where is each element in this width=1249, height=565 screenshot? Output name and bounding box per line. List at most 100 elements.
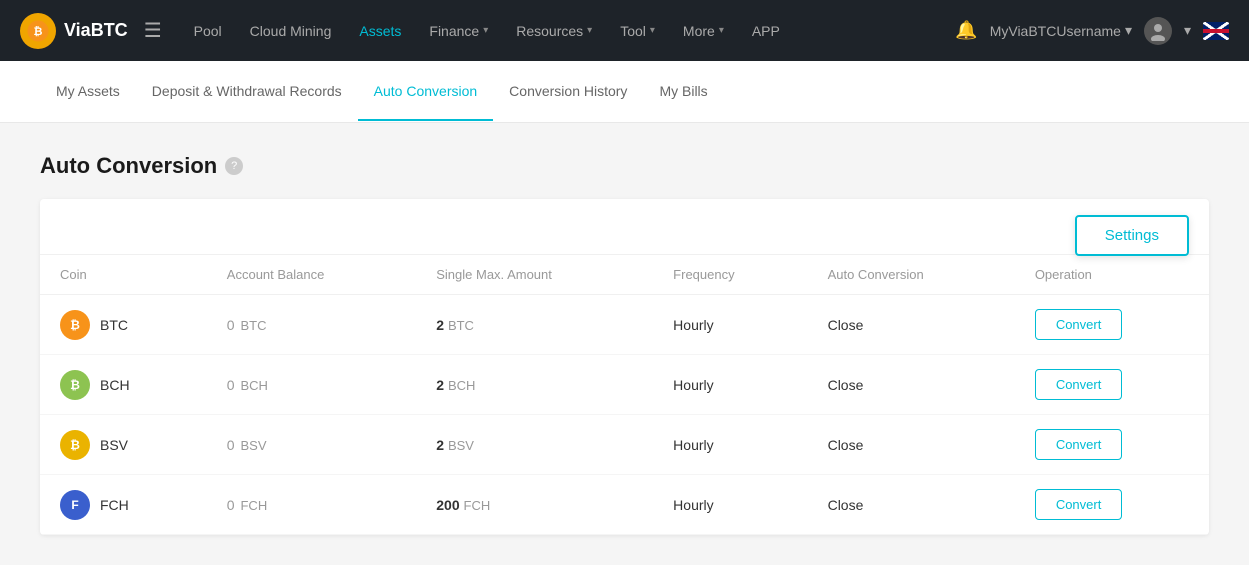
hamburger-icon[interactable]: ☰ — [144, 18, 162, 43]
balance-value: 0 — [227, 497, 235, 513]
nav-tool[interactable]: Tool ▾ — [608, 15, 667, 47]
page-title-row: Auto Conversion ? — [40, 153, 1209, 179]
max-amount-cell: 2 BCH — [416, 355, 653, 415]
finance-chevron-icon: ▾ — [483, 25, 488, 36]
username-display[interactable]: MyViaBTCUsername ▾ — [990, 22, 1132, 39]
convert-button-btc[interactable]: Convert — [1035, 309, 1123, 340]
nav-pool[interactable]: Pool — [182, 15, 234, 47]
balance-unit: BCH — [240, 378, 267, 393]
col-header-auto-conversion: Auto Conversion — [808, 255, 1015, 295]
max-amount-value: 200 — [436, 497, 459, 513]
coin-symbol: BCH — [100, 377, 130, 393]
operation-cell: Convert — [1015, 415, 1209, 475]
nav-assets[interactable]: Assets — [347, 15, 413, 47]
bell-icon[interactable]: 🔔 — [955, 20, 977, 41]
avatar-chevron-icon: ▾ — [1184, 22, 1191, 39]
nav-app[interactable]: APP — [740, 15, 792, 47]
username-chevron-icon: ▾ — [1125, 22, 1132, 39]
data-table: Coin Account Balance Single Max. Amount … — [40, 254, 1209, 535]
logo[interactable]: ₿ ViaBTC — [20, 13, 128, 49]
max-amount-cell: 2 BTC — [416, 295, 653, 355]
nav-links: Pool Cloud Mining Assets Finance ▾ Resou… — [182, 15, 956, 47]
auto-conversion-cell: Close — [808, 355, 1015, 415]
table-row: F FCH 0 FCH 200 FCH Hourly Close Convert — [40, 475, 1209, 535]
table-row: ₿ BCH 0 BCH 2 BCH Hourly Close Convert — [40, 355, 1209, 415]
coin-icon-fch: F — [60, 490, 90, 520]
navbar: ₿ ViaBTC ☰ Pool Cloud Mining Assets Fina… — [0, 0, 1249, 61]
subnav-deposit-withdrawal[interactable]: Deposit & Withdrawal Records — [136, 63, 358, 121]
table-card: Settings Coin Account Balance Single Max… — [40, 199, 1209, 535]
avatar[interactable] — [1144, 17, 1172, 45]
tool-chevron-icon: ▾ — [650, 25, 655, 36]
max-amount-value: 2 — [436, 317, 444, 333]
coin-symbol: BTC — [100, 317, 128, 333]
coin-cell: ₿ BCH — [40, 355, 207, 415]
info-icon[interactable]: ? — [225, 157, 243, 175]
max-amount-unit: FCH — [464, 498, 491, 513]
frequency-cell: Hourly — [653, 475, 807, 535]
balance-cell: 0 BCH — [207, 355, 416, 415]
max-amount-unit: BTC — [448, 318, 474, 333]
logo-icon: ₿ — [20, 13, 56, 49]
nav-cloud-mining[interactable]: Cloud Mining — [238, 15, 344, 47]
coin-symbol: BSV — [100, 437, 128, 453]
frequency-cell: Hourly — [653, 415, 807, 475]
table-header-row: Coin Account Balance Single Max. Amount … — [40, 255, 1209, 295]
operation-cell: Convert — [1015, 295, 1209, 355]
convert-button-bsv[interactable]: Convert — [1035, 429, 1123, 460]
coin-symbol: FCH — [100, 497, 129, 513]
balance-value: 0 — [227, 437, 235, 453]
subnav-my-bills[interactable]: My Bills — [643, 63, 723, 121]
balance-cell: 0 BSV — [207, 415, 416, 475]
coin-icon-btc: ₿ — [60, 310, 90, 340]
nav-resources[interactable]: Resources ▾ — [504, 15, 604, 47]
subnav-auto-conversion[interactable]: Auto Conversion — [358, 63, 494, 121]
page-title: Auto Conversion — [40, 153, 217, 179]
coin-icon-bsv: ₿ — [60, 430, 90, 460]
logo-text: ViaBTC — [64, 20, 128, 41]
balance-cell: 0 FCH — [207, 475, 416, 535]
coin-cell: ₿ BSV — [40, 415, 207, 475]
col-header-coin: Coin — [40, 255, 207, 295]
max-amount-cell: 200 FCH — [416, 475, 653, 535]
col-header-max-amount: Single Max. Amount — [416, 255, 653, 295]
balance-value: 0 — [227, 377, 235, 393]
max-amount-value: 2 — [436, 377, 444, 393]
max-amount-unit: BSV — [448, 438, 474, 453]
balance-cell: 0 BTC — [207, 295, 416, 355]
subnav: My Assets Deposit & Withdrawal Records A… — [0, 61, 1249, 123]
max-amount-unit: BCH — [448, 378, 475, 393]
table-row: ₿ BTC 0 BTC 2 BTC Hourly Close Convert — [40, 295, 1209, 355]
max-amount-cell: 2 BSV — [416, 415, 653, 475]
nav-finance[interactable]: Finance ▾ — [417, 15, 500, 47]
settings-btn-container: Settings — [1075, 215, 1189, 256]
auto-conversion-cell: Close — [808, 295, 1015, 355]
nav-right: 🔔 MyViaBTCUsername ▾ ▾ — [955, 17, 1229, 45]
convert-button-bch[interactable]: Convert — [1035, 369, 1123, 400]
max-amount-value: 2 — [436, 437, 444, 453]
balance-unit: BSV — [240, 438, 266, 453]
settings-button[interactable]: Settings — [1075, 215, 1189, 256]
col-header-balance: Account Balance — [207, 255, 416, 295]
balance-unit: BTC — [240, 318, 266, 333]
col-header-operation: Operation — [1015, 255, 1209, 295]
coin-cell: F FCH — [40, 475, 207, 535]
main-content: Auto Conversion ? Settings Coin Account … — [0, 123, 1249, 565]
col-header-frequency: Frequency — [653, 255, 807, 295]
nav-more[interactable]: More ▾ — [671, 15, 736, 47]
resources-chevron-icon: ▾ — [587, 25, 592, 36]
frequency-cell: Hourly — [653, 295, 807, 355]
language-flag[interactable] — [1203, 22, 1229, 40]
auto-conversion-cell: Close — [808, 475, 1015, 535]
convert-button-fch[interactable]: Convert — [1035, 489, 1123, 520]
balance-unit: FCH — [240, 498, 267, 513]
frequency-cell: Hourly — [653, 355, 807, 415]
auto-conversion-cell: Close — [808, 415, 1015, 475]
svg-text:₿: ₿ — [34, 26, 43, 38]
subnav-my-assets[interactable]: My Assets — [40, 63, 136, 121]
coin-cell: ₿ BTC — [40, 295, 207, 355]
operation-cell: Convert — [1015, 475, 1209, 535]
balance-value: 0 — [227, 317, 235, 333]
subnav-conversion-history[interactable]: Conversion History — [493, 63, 643, 121]
more-chevron-icon: ▾ — [719, 25, 724, 36]
